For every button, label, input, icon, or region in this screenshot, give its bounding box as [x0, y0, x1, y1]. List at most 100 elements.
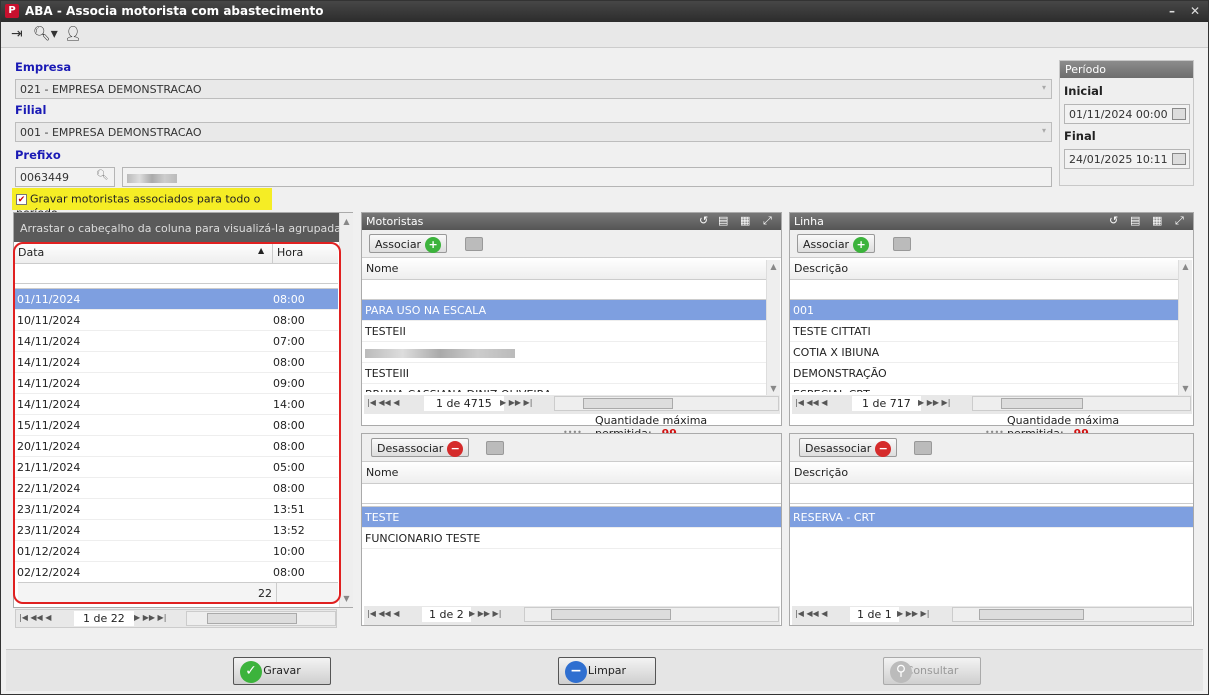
column-chooser-icon[interactable] [486, 441, 504, 455]
scroll-up-icon[interactable]: ▲ [767, 262, 780, 271]
next-last-icon[interactable]: ▶ ▶▶ ▶| [134, 613, 166, 622]
toolbar: ⇥ 🔍︎▾ 👤︎ [1, 22, 1208, 48]
first-prev-icon[interactable]: |◀ ◀◀ ◀ [19, 613, 51, 622]
linha-assoc-pager[interactable]: |◀ ◀◀ ◀ 1 de 1 ▶ ▶▶ ▶| [792, 606, 1192, 625]
expand-icon[interactable]: ⤢ [1175, 214, 1184, 228]
col-nome[interactable]: Nome [362, 462, 781, 484]
desassociar-linha-button[interactable]: Desassociar − [799, 438, 898, 457]
col-descricao[interactable]: Descrição [790, 462, 1193, 484]
prefixo-description [122, 167, 1052, 187]
minimize-icon[interactable]: – [1169, 4, 1175, 18]
item-text: TESTE [365, 511, 400, 524]
linha-associated-list: RESERVA - CRT [790, 507, 1193, 528]
first-prev-icon[interactable]: |◀ ◀◀ ◀ [367, 609, 399, 618]
calendar-icon[interactable] [1172, 153, 1186, 165]
left-hscroll[interactable] [186, 611, 336, 626]
checkbox-check-icon[interactable]: ✔ [16, 193, 27, 205]
linha-associar-bar: Associar + [790, 230, 1193, 258]
hscroll[interactable] [524, 607, 779, 622]
list-item[interactable]: TESTEIII [362, 363, 766, 384]
list-item[interactable]: PARA USO NA ESCALA [362, 300, 766, 321]
filial-select[interactable]: 001 - EMPRESA DEMONSTRACAO ▾ [15, 122, 1052, 142]
prefixo-label: Prefixo [15, 148, 61, 162]
list-item[interactable]: COTIA X IBIUNA [790, 342, 1178, 363]
search-icon[interactable]: 🔍︎▾ [33, 26, 58, 42]
associar-motorista-button[interactable]: Associar + [369, 234, 448, 253]
vscroll[interactable]: ▲ ▼ [766, 260, 780, 395]
column-chooser-icon[interactable] [914, 441, 932, 455]
empresa-value: 021 - EMPRESA DEMONSTRACAO [20, 83, 202, 96]
col-descricao[interactable]: Descrição [790, 258, 1178, 280]
calendar-grid-icon[interactable]: ▦ [740, 214, 750, 227]
col-nome[interactable]: Nome [362, 258, 766, 280]
column-chooser-icon[interactable] [893, 237, 911, 251]
columns-icon[interactable]: ▤ [1130, 214, 1140, 227]
search-icon[interactable]: 🔍︎ [96, 170, 109, 181]
chevron-down-icon: ▾ [1041, 126, 1046, 135]
list-item[interactable]: RESERVA - CRT [790, 507, 1193, 528]
scroll-down-icon[interactable]: ▼ [340, 594, 353, 603]
list-item[interactable]: ESPECIAL CRT [790, 384, 1178, 392]
grid-vscroll[interactable]: ▲ ▼ [339, 213, 353, 607]
motoristas-header: Motoristas ↺ ▤ ▦ ⤢ [362, 213, 781, 230]
calendar-icon[interactable] [1172, 108, 1186, 120]
filter-row[interactable] [362, 484, 781, 504]
list-item[interactable]: BRUNA CASSIANA DINIZ OLIVEIRA [362, 384, 766, 392]
list-item[interactable]: TESTE CITTATI [790, 321, 1178, 342]
first-prev-icon[interactable]: |◀ ◀◀ ◀ [795, 609, 827, 618]
associar-label: Associar [375, 238, 422, 251]
list-item[interactable]: DEMONSTRAÇÃO [790, 363, 1178, 384]
columns-icon[interactable]: ▤ [718, 214, 728, 227]
hscroll[interactable] [972, 396, 1191, 411]
filter-row[interactable] [790, 280, 1178, 300]
list-item[interactable] [362, 342, 766, 363]
limpar-button[interactable]: − Limpar [558, 657, 656, 685]
first-prev-icon[interactable]: |◀ ◀◀ ◀ [795, 398, 827, 407]
first-prev-icon[interactable]: |◀ ◀◀ ◀ [367, 398, 399, 407]
scroll-down-icon[interactable]: ▼ [1179, 384, 1192, 393]
associar-linha-button[interactable]: Associar + [797, 234, 876, 253]
scroll-down-icon[interactable]: ▼ [767, 384, 780, 393]
exit-icon[interactable]: ⇥ [11, 26, 23, 42]
desassociar-motorista-button[interactable]: Desassociar − [371, 438, 470, 457]
next-last-icon[interactable]: ▶ ▶▶ ▶| [500, 398, 532, 407]
hscroll[interactable] [554, 396, 779, 411]
scroll-up-icon[interactable]: ▲ [1179, 262, 1192, 271]
empresa-select[interactable]: 021 - EMPRESA DEMONSTRACAO ▾ [15, 79, 1052, 99]
list-item[interactable]: TESTE [362, 507, 781, 528]
filter-row[interactable] [362, 280, 766, 300]
undo-icon[interactable]: ↺ [699, 214, 708, 227]
user-icon[interactable]: 👤︎ [64, 26, 82, 42]
motoristas-avail-pager[interactable]: |◀ ◀◀ ◀ 1 de 4715 ▶ ▶▶ ▶| [364, 395, 780, 414]
pager-text: 1 de 1 [850, 607, 899, 622]
clear-icon: − [565, 661, 587, 683]
scroll-up-icon[interactable]: ▲ [340, 217, 353, 226]
gravar-todo-periodo-checkbox[interactable]: ✔ Gravar motoristas associados para todo … [12, 188, 272, 219]
motoristas-available-panel: Motoristas ↺ ▤ ▦ ⤢ Associar + Nome PARA U… [361, 212, 782, 440]
close-icon[interactable]: ✕ [1190, 4, 1200, 18]
item-text: ESPECIAL CRT [793, 388, 870, 392]
left-pager[interactable]: |◀ ◀◀ ◀ 1 de 22 ▶ ▶▶ ▶| [15, 609, 337, 628]
expand-icon[interactable]: ⤢ [763, 214, 772, 228]
next-last-icon[interactable]: ▶ ▶▶ ▶| [897, 609, 929, 618]
next-last-icon[interactable]: ▶ ▶▶ ▶| [469, 609, 501, 618]
final-date-input[interactable]: 24/01/2025 10:11 [1064, 149, 1190, 169]
list-item[interactable]: FUNCIONARIO TESTE [362, 528, 781, 549]
inicial-date-input[interactable]: 01/11/2024 00:00 [1064, 104, 1190, 124]
inicial-value: 01/11/2024 00:00 [1069, 108, 1168, 121]
prefixo-input[interactable]: 0063449 🔍︎ [15, 167, 115, 187]
vscroll[interactable]: ▲ ▼ [1178, 260, 1192, 395]
calendar-grid-icon[interactable]: ▦ [1152, 214, 1162, 227]
gravar-button[interactable]: ✓ Gravar [233, 657, 331, 685]
undo-icon[interactable]: ↺ [1109, 214, 1118, 227]
next-last-icon[interactable]: ▶ ▶▶ ▶| [918, 398, 950, 407]
minus-icon: − [447, 441, 464, 457]
hscroll[interactable] [952, 607, 1192, 622]
motoristas-assoc-pager[interactable]: |◀ ◀◀ ◀ 1 de 2 ▶ ▶▶ ▶| [364, 606, 780, 625]
list-item[interactable]: 001 [790, 300, 1178, 321]
linha-avail-pager[interactable]: |◀ ◀◀ ◀ 1 de 717 ▶ ▶▶ ▶| [792, 395, 1192, 414]
list-item[interactable]: TESTEII [362, 321, 766, 342]
filter-row[interactable] [790, 484, 1193, 504]
consultar-button[interactable]: ⚲ Consultar [883, 657, 981, 685]
column-chooser-icon[interactable] [465, 237, 483, 251]
